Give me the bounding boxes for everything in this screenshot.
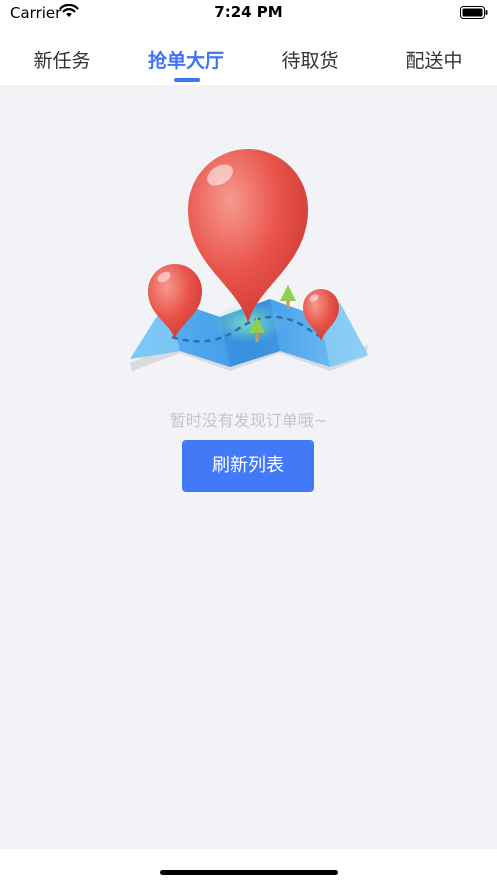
home-indicator-area (0, 849, 497, 883)
tab-new-tasks[interactable]: 新任务 (0, 46, 124, 73)
tab-delivering[interactable]: 配送中 (372, 46, 496, 73)
tab-awaiting-pickup[interactable]: 待取货 (248, 46, 372, 73)
active-tab-indicator (174, 78, 200, 82)
empty-state-message: 暂时没有发现订单哦~ (169, 411, 328, 430)
tab-bar: 新任务 抢单大厅 待取货 配送中 (0, 36, 497, 84)
status-time: 7:24 PM (214, 3, 283, 21)
tab-order-hall[interactable]: 抢单大厅 (124, 46, 248, 73)
battery-icon (460, 6, 488, 19)
status-bar: Carrier 7:24 PM (0, 0, 497, 26)
refresh-list-button[interactable]: 刷新列表 (182, 440, 314, 492)
home-indicator[interactable] (160, 870, 338, 875)
content-area: 暂时没有发现订单哦~ 刷新列表 (0, 85, 497, 849)
map-pins-illustration (130, 149, 368, 371)
